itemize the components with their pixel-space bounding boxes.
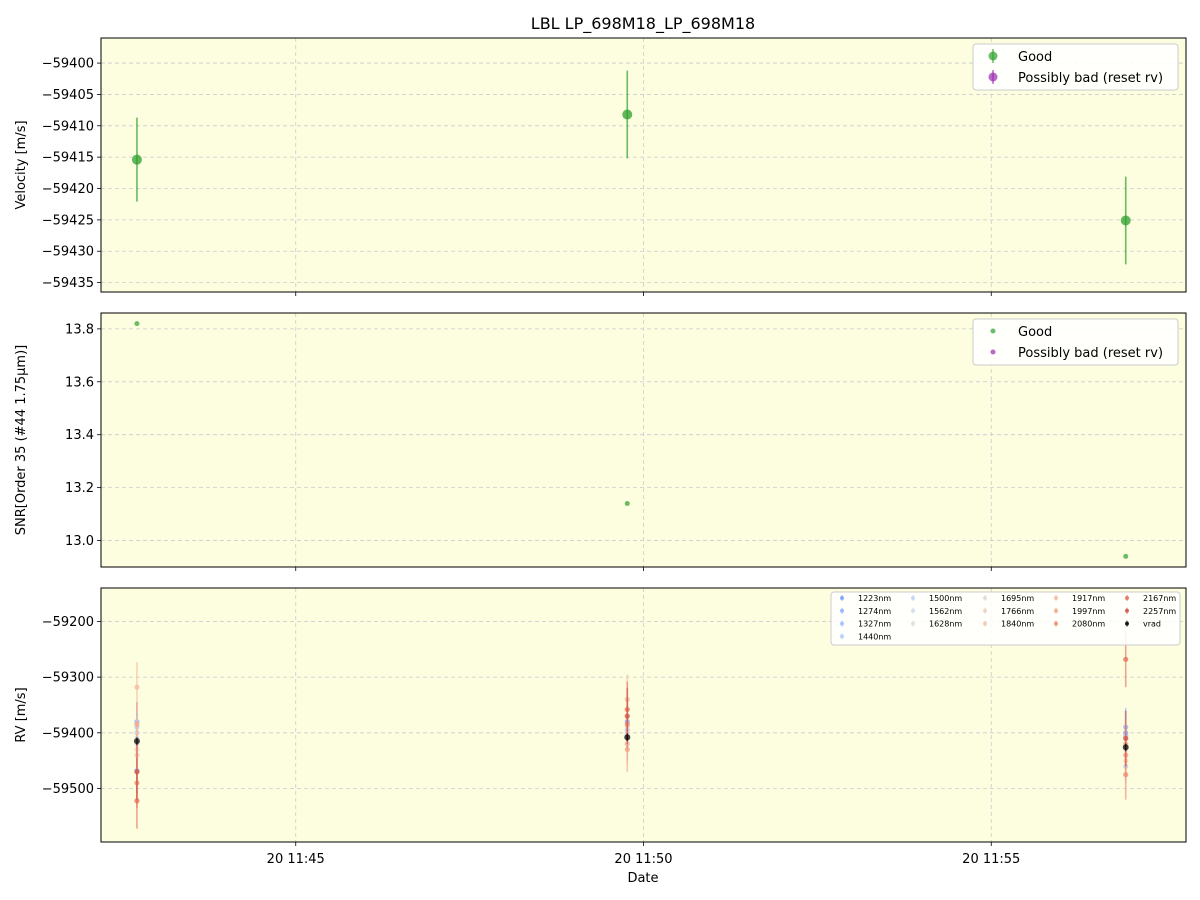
x-tick-label: 20 11:45 — [267, 852, 325, 867]
data-point — [624, 501, 630, 506]
legend-marker — [988, 72, 998, 82]
legend-label: Good — [1018, 50, 1052, 65]
y-tick-label: −59400 — [42, 726, 94, 741]
data-point — [1122, 744, 1129, 751]
data-point — [1123, 553, 1129, 559]
legend-snr: Good Possibly bad (reset rv) — [972, 318, 1179, 366]
panel-snr: 13.0 13.2 13.4 13.6 13.8 SNR[Order 35 (#44 1.… — [14, 312, 1187, 571]
legend-label: 1562nm — [929, 607, 962, 616]
y-tick-label: −59415 — [42, 151, 94, 166]
legend-marker — [983, 596, 987, 600]
y-tick-label: −59430 — [42, 245, 94, 260]
legend-marker — [840, 621, 844, 626]
legend-marker — [990, 328, 996, 334]
data-point — [1123, 772, 1129, 778]
legend-marker — [988, 51, 998, 61]
legend-marker — [911, 621, 915, 626]
data-point — [133, 738, 140, 745]
legend-marker — [1054, 621, 1058, 626]
legend-label: Good — [1018, 325, 1052, 340]
legend-label: Possibly bad (reset rv) — [1018, 346, 1163, 361]
x-tick-label: 20 11:55 — [962, 852, 1020, 867]
legend-label: 1274nm — [858, 607, 891, 616]
y-tick-label: 13.6 — [65, 375, 94, 390]
data-point — [134, 721, 140, 728]
data-point — [624, 734, 631, 741]
legend-marker — [983, 608, 987, 613]
legend-marker — [1125, 621, 1129, 626]
data-point — [1120, 215, 1131, 226]
y-tick-label: −59200 — [42, 615, 94, 630]
data-point — [1123, 656, 1129, 662]
legend-label: 1766nm — [1001, 607, 1034, 616]
y-tick-label: −59400 — [42, 57, 94, 72]
legend-marker — [840, 596, 844, 600]
y-tick-label: −59420 — [42, 182, 94, 197]
legend-marker — [1125, 608, 1129, 613]
x-tick-label: 20 11:50 — [614, 852, 672, 867]
legend-marker — [911, 608, 915, 613]
legend-marker — [1125, 596, 1129, 600]
data-point — [134, 684, 140, 690]
y-axis-label-velocity: Velocity [m/s] — [14, 120, 29, 209]
legend-label: 1917nm — [1072, 594, 1105, 603]
legend-label: 1440nm — [858, 632, 891, 641]
legend-label: 1223nm — [858, 594, 891, 603]
legend-velocity: Good Possibly bad (reset rv) — [972, 43, 1179, 91]
y-tick-label: 13.2 — [65, 481, 94, 496]
y-tick-label: −59425 — [42, 213, 94, 228]
y-axis-label-rv: RV [m/s] — [14, 687, 29, 742]
legend-marker — [840, 608, 844, 613]
y-tick-label: −59300 — [42, 671, 94, 686]
data-point — [622, 109, 633, 120]
data-point — [1123, 735, 1129, 741]
legend-marker — [840, 634, 844, 639]
legend-label: vrad — [1143, 620, 1161, 629]
legend-label: 2167nm — [1143, 594, 1176, 603]
figure: LBL LP_698M18_LP_698M18 Date −59400−5940… — [14, 14, 1187, 886]
data-point — [134, 769, 140, 775]
y-tick-label: −59410 — [42, 119, 94, 134]
legend-marker — [983, 621, 987, 626]
y-tick-label: −59500 — [42, 782, 94, 797]
y-tick-label: −59435 — [42, 276, 94, 291]
legend-label: 1695nm — [1001, 594, 1034, 603]
legend-label: 2080nm — [1072, 620, 1105, 629]
legend-label: 1327nm — [858, 620, 891, 629]
y-axis-label-snr: SNR[Order 35 (#44 1.75μm)] — [14, 345, 29, 536]
y-tick-label: 13.8 — [65, 322, 94, 337]
y-tick-label: 13.0 — [65, 534, 94, 549]
legend-label: 1500nm — [929, 594, 962, 603]
data-point — [624, 713, 630, 719]
legend-marker — [1054, 596, 1058, 600]
legend-rv: 1223nm 1274nm 1327nm 1440nm 1500nm 1562nm 1628… — [830, 591, 1181, 646]
panels: −59400 −59405 −59410 −59415 −59420 −59425 −594… — [14, 37, 1187, 867]
panel-rv: −59200 −59300 −59400 −59500 20 11:45 20 11:50… — [14, 587, 1187, 867]
legend-label: 2257nm — [1143, 607, 1176, 616]
y-tick-label: −59405 — [42, 88, 94, 103]
legend-label: 1840nm — [1001, 620, 1034, 629]
data-point — [131, 154, 142, 165]
x-axis-label: Date — [627, 871, 658, 886]
panel-velocity: −59400 −59405 −59410 −59415 −59420 −59425 −594… — [14, 37, 1187, 296]
legend-label: Possibly bad (reset rv) — [1018, 71, 1163, 86]
figure-title: LBL LP_698M18_LP_698M18 — [531, 14, 755, 34]
data-point — [134, 321, 140, 327]
legend-label: 1628nm — [929, 620, 962, 629]
legend-label: 1997nm — [1072, 607, 1105, 616]
legend-marker — [990, 349, 996, 355]
y-tick-label: 13.4 — [65, 428, 94, 443]
legend-marker — [911, 596, 915, 600]
legend-marker — [1054, 608, 1058, 613]
